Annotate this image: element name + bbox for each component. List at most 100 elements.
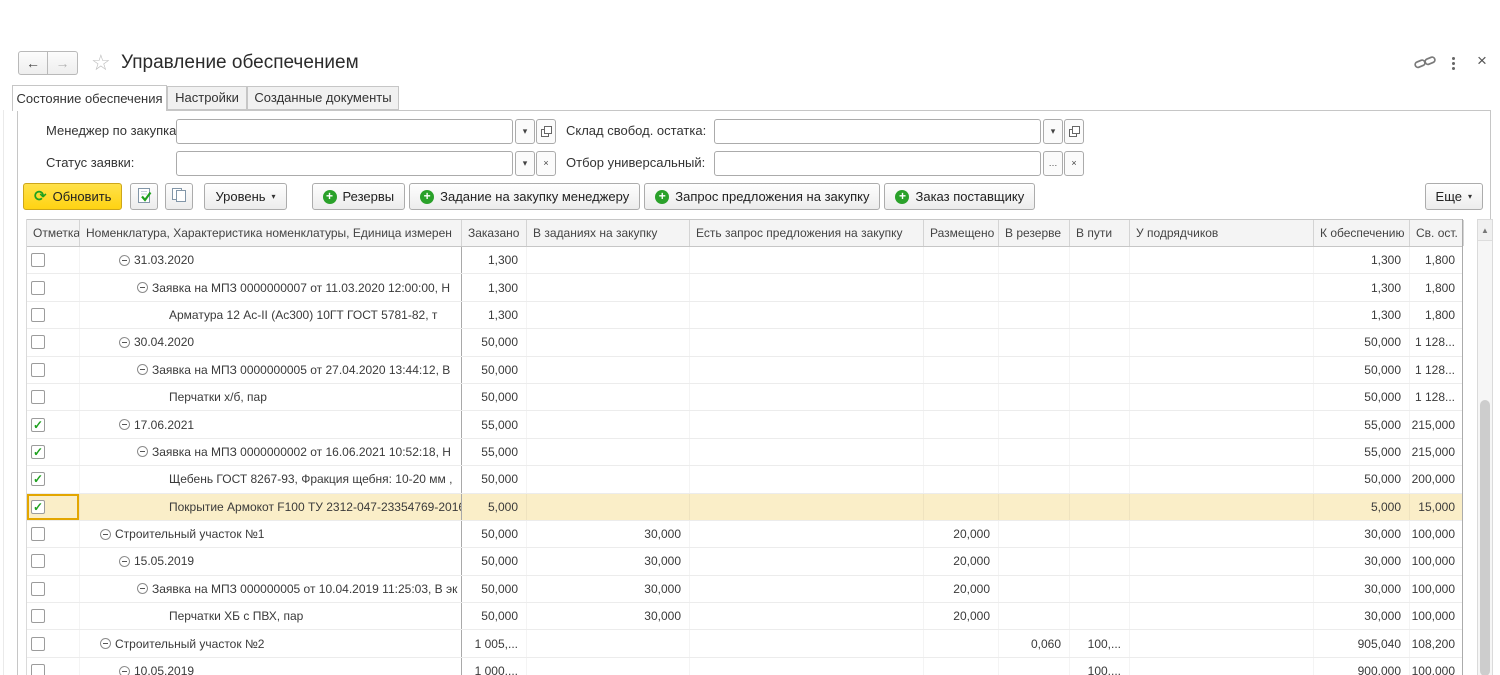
cell-tasks[interactable] [527, 466, 690, 492]
purchase-manager-open-icon[interactable] [536, 119, 556, 144]
cell-free[interactable]: 100,000 [1410, 548, 1462, 574]
cell-provision[interactable]: 1,300 [1314, 302, 1410, 328]
cell-tasks[interactable] [527, 630, 690, 656]
cell-transit[interactable] [1070, 302, 1130, 328]
column-header-6[interactable]: В резерве [999, 220, 1070, 246]
cell-request[interactable] [690, 494, 924, 520]
cell-placed[interactable] [924, 630, 999, 656]
request-status-dropdown-icon[interactable]: ▾ [515, 151, 535, 176]
cell-provision[interactable]: 900,000 [1314, 658, 1410, 675]
column-header-4[interactable]: Есть запрос предложения на закупку [690, 220, 924, 246]
cell-placed[interactable] [924, 494, 999, 520]
column-header-5[interactable]: Размещено [924, 220, 999, 246]
cell-transit[interactable] [1070, 357, 1130, 383]
nomenclature-cell[interactable]: Заявка на МПЗ 0000000002 от 16.06.2021 1… [80, 439, 462, 465]
scrollbar-thumb[interactable] [1480, 400, 1490, 675]
cell-request[interactable] [690, 466, 924, 492]
cell-transit[interactable] [1070, 329, 1130, 355]
unset-all-marks-button[interactable] [165, 183, 193, 210]
table-row[interactable]: Перчатки х/б, пар50,00050,0001 128... [27, 384, 1462, 411]
vertical-scrollbar[interactable]: ▲ [1477, 219, 1493, 675]
mark-cell[interactable] [27, 384, 80, 410]
favorite-star-icon[interactable]: ☆ [91, 50, 111, 76]
table-row[interactable]: Заявка на МПЗ 0000000007 от 11.03.2020 1… [27, 274, 1462, 301]
cell-free[interactable]: 100,000 [1410, 576, 1462, 602]
cell-reserve[interactable] [999, 603, 1070, 629]
mark-cell[interactable] [27, 357, 80, 383]
cell-contractors[interactable] [1130, 630, 1314, 656]
mark-cell[interactable] [27, 329, 80, 355]
universal-clear-icon[interactable]: × [1064, 151, 1084, 176]
reserves-button[interactable]: +Резервы [312, 183, 406, 210]
cell-tasks[interactable] [527, 247, 690, 273]
cell-transit[interactable] [1070, 247, 1130, 273]
cell-reserve[interactable] [999, 302, 1070, 328]
cell-provision[interactable]: 50,000 [1314, 357, 1410, 383]
cell-provision[interactable]: 50,000 [1314, 466, 1410, 492]
nomenclature-cell[interactable]: Покрытие Армокот F100 ТУ 2312-047-233547… [80, 494, 462, 520]
row-checkbox[interactable] [31, 253, 45, 267]
collapse-node-icon[interactable] [137, 446, 148, 457]
cell-contractors[interactable] [1130, 274, 1314, 300]
cell-reserve[interactable] [999, 329, 1070, 355]
cell-request[interactable] [690, 630, 924, 656]
mark-cell[interactable] [27, 603, 80, 629]
table-row[interactable]: Арматура 12 Ас-II (Ас300) 10ГТ ГОСТ 5781… [27, 302, 1462, 329]
cell-contractors[interactable] [1130, 357, 1314, 383]
cell-transit[interactable] [1070, 548, 1130, 574]
nomenclature-cell[interactable]: Щебень ГОСТ 8267-93, Фракция щебня: 10-2… [80, 466, 462, 492]
collapse-node-icon[interactable] [119, 666, 130, 675]
table-row[interactable]: Строительный участок №150,00030,00020,00… [27, 521, 1462, 548]
cell-ordered[interactable]: 50,000 [462, 466, 527, 492]
cell-reserve[interactable] [999, 411, 1070, 437]
cell-free[interactable]: 215,000 [1410, 411, 1462, 437]
table-row[interactable]: Перчатки ХБ с ПВХ, пар50,00030,00020,000… [27, 603, 1462, 630]
collapse-node-icon[interactable] [119, 556, 130, 567]
table-row[interactable]: 15.05.201950,00030,00020,00030,000100,00… [27, 548, 1462, 575]
cell-free[interactable]: 200,000 [1410, 466, 1462, 492]
cell-provision[interactable]: 5,000 [1314, 494, 1410, 520]
collapse-node-icon[interactable] [137, 364, 148, 375]
row-checkbox[interactable] [31, 582, 45, 596]
cell-contractors[interactable] [1130, 247, 1314, 273]
cell-tasks[interactable] [527, 302, 690, 328]
cell-contractors[interactable] [1130, 466, 1314, 492]
cell-transit[interactable] [1070, 494, 1130, 520]
row-checkbox[interactable] [31, 363, 45, 377]
cell-free[interactable]: 15,000 [1410, 494, 1462, 520]
nomenclature-cell[interactable]: 10.05.2019 [80, 658, 462, 675]
column-header-1[interactable]: Номенклатура, Характеристика номенклатур… [80, 220, 462, 246]
cell-reserve[interactable] [999, 548, 1070, 574]
cell-transit[interactable] [1070, 576, 1130, 602]
table-row[interactable]: ✓17.06.202155,00055,000215,000 [27, 411, 1462, 438]
cell-placed[interactable] [924, 384, 999, 410]
mark-cell[interactable] [27, 521, 80, 547]
cell-tasks[interactable]: 30,000 [527, 548, 690, 574]
mark-cell[interactable]: ✓ [27, 494, 80, 520]
collapse-node-icon[interactable] [137, 583, 148, 594]
forward-button[interactable]: → [48, 51, 78, 75]
cell-tasks[interactable]: 30,000 [527, 521, 690, 547]
column-header-0[interactable]: Отметка [27, 220, 80, 246]
row-checkbox[interactable] [31, 335, 45, 349]
cell-contractors[interactable] [1130, 384, 1314, 410]
collapse-node-icon[interactable] [119, 255, 130, 266]
kebab-menu-icon[interactable] [1452, 57, 1455, 70]
cell-contractors[interactable] [1130, 603, 1314, 629]
close-icon[interactable]: × [1477, 52, 1487, 69]
cell-provision[interactable]: 1,300 [1314, 247, 1410, 273]
cell-transit[interactable] [1070, 384, 1130, 410]
row-checkbox[interactable]: ✓ [31, 472, 45, 486]
cell-tasks[interactable] [527, 357, 690, 383]
table-row[interactable]: 10.05.20191 000,...100,...900,000100,000 [27, 658, 1462, 675]
row-checkbox[interactable]: ✓ [31, 418, 45, 432]
nomenclature-cell[interactable]: Перчатки ХБ с ПВХ, пар [80, 603, 462, 629]
nomenclature-cell[interactable]: Заявка на МПЗ 0000000007 от 11.03.2020 1… [80, 274, 462, 300]
cell-free[interactable]: 108,200 [1410, 630, 1462, 656]
cell-placed[interactable] [924, 411, 999, 437]
nomenclature-cell[interactable]: 15.05.2019 [80, 548, 462, 574]
cell-request[interactable] [690, 357, 924, 383]
warehouse-dropdown-icon[interactable]: ▾ [1043, 119, 1063, 144]
cell-placed[interactable] [924, 247, 999, 273]
cell-reserve[interactable] [999, 576, 1070, 602]
